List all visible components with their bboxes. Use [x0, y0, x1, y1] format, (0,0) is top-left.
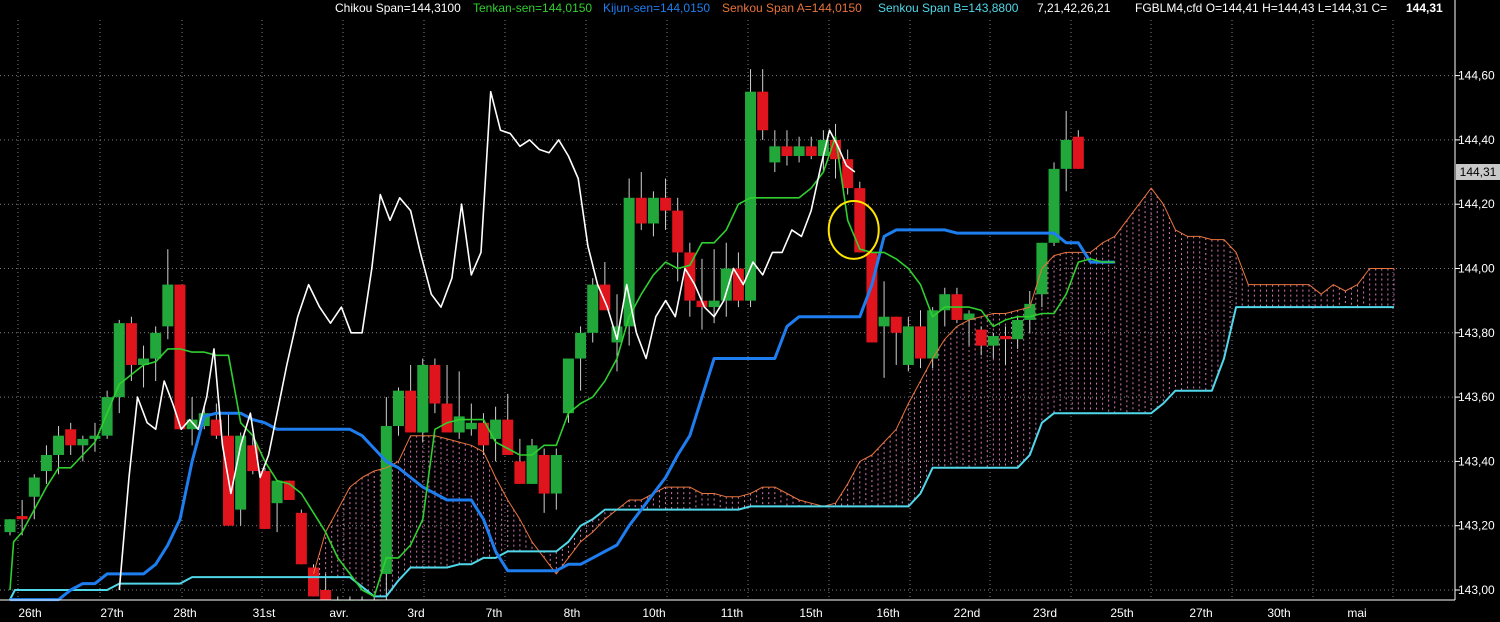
senkou-span-b-label: Senkou Span B=143,8800	[878, 1, 1019, 15]
candle-bear	[538, 454, 550, 494]
price-tick-label: 144,60	[1458, 69, 1495, 83]
candle-bear	[259, 471, 271, 529]
candle-bull	[380, 426, 392, 574]
candle-bull	[769, 146, 781, 163]
ichimoku-params: 7,21,42,26,21	[1037, 1, 1111, 15]
candle-bull	[1012, 319, 1024, 340]
time-tick-label: 23rd	[1033, 606, 1057, 620]
candle-bear	[842, 159, 854, 189]
candle-bull	[1060, 139, 1072, 169]
last-price-tag: 144,31	[1456, 164, 1500, 180]
candle-bull	[587, 284, 599, 333]
candle-bear	[890, 316, 902, 333]
candle-bear	[16, 516, 28, 520]
candle-bull	[89, 435, 101, 439]
candle-bear	[975, 329, 987, 346]
candle-bear	[308, 567, 319, 597]
ichimoku-chart: 143,00 143,20 143,40 143,60 143,80 144,00 144,…	[0, 0, 1500, 622]
candle-bull	[392, 390, 404, 427]
candle-bear	[999, 336, 1011, 340]
time-tick-label: 8th	[564, 606, 581, 620]
price-tick-label: 144,40	[1458, 133, 1495, 147]
candle-bear	[125, 323, 137, 365]
candle-bull	[575, 332, 587, 359]
candle-bear	[805, 146, 817, 156]
candle-bull	[878, 316, 890, 327]
candle-bull	[793, 146, 805, 156]
candle-bear	[781, 146, 793, 156]
time-tick-label: 16th	[876, 606, 899, 620]
candle-bull	[562, 358, 574, 414]
price-tick-label: 143,20	[1458, 519, 1495, 533]
candle-bull	[28, 477, 40, 497]
candle-bear	[502, 419, 514, 455]
time-tick-label: mai	[1347, 606, 1366, 620]
price-tick-label: 143,00	[1458, 583, 1495, 597]
candle-bull	[708, 300, 720, 308]
candle-bear	[915, 326, 926, 359]
time-tick-label: 27th	[100, 606, 123, 620]
candle-bull	[550, 454, 562, 494]
candle-bear	[599, 284, 611, 311]
candle-bear	[635, 197, 647, 224]
ohlc-label: FGBLM4,cfd O=144,41 H=144,43 L=144,31 C=	[1135, 1, 1388, 15]
time-tick-label: 10th	[642, 606, 665, 620]
candle-bear	[732, 268, 744, 301]
candle-bull	[623, 197, 635, 327]
candle-bull	[162, 284, 174, 327]
time-tick-label: avr.	[329, 606, 348, 620]
candle-bull	[53, 435, 65, 455]
candle-bear	[405, 390, 417, 433]
time-tick-label: 15th	[799, 606, 822, 620]
time-tick-label: 3rd	[407, 606, 424, 620]
time-tick-label: 28th	[173, 606, 196, 620]
time-tick-label: 27th	[1189, 606, 1212, 620]
close-value: 144,31	[1406, 1, 1443, 15]
candle-bear	[65, 429, 77, 446]
time-tick-label: 30th	[1267, 606, 1290, 620]
candle-bull	[77, 438, 89, 446]
candle-bull	[927, 310, 939, 359]
time-tick-label: 25th	[1110, 606, 1133, 620]
time-tick-label: 26th	[18, 606, 41, 620]
candle-bull	[150, 332, 162, 359]
candle-bull	[4, 519, 16, 533]
chikou-span-label: Chikou Span=144,3100	[335, 1, 461, 15]
price-tick-label: 144,20	[1458, 197, 1495, 211]
candle-bull	[902, 326, 914, 365]
candle-bull	[271, 480, 283, 504]
time-tick-label: 31st	[253, 606, 276, 620]
candle-bear	[757, 91, 769, 131]
candle-bear	[854, 188, 866, 253]
price-tick-label: 143,80	[1458, 326, 1495, 340]
candle-bull	[40, 454, 52, 472]
candle-bear	[514, 461, 526, 484]
candle-bear	[174, 284, 186, 430]
candle-bear	[295, 512, 307, 565]
price-tick-label: 144,00	[1458, 262, 1495, 276]
candle-bear	[660, 197, 672, 211]
candle-bear	[1072, 136, 1084, 169]
candle-bear	[672, 210, 684, 253]
price-tick-label: 143,60	[1458, 390, 1495, 404]
tenkan-sen-label: Tenkan-sen=144,0150	[473, 1, 593, 15]
kijun-sen-label: Kijun-sen=144,0150	[603, 1, 711, 15]
candle-bull	[987, 336, 999, 346]
candle-bear	[441, 403, 453, 433]
candle-bull	[417, 364, 429, 433]
candle-bear	[320, 590, 332, 600]
candle-bull	[465, 422, 477, 430]
senkou-span-a-label: Senkou Span A=144,0150	[722, 1, 862, 15]
candle-bull	[720, 268, 732, 301]
candle-bull	[647, 197, 659, 224]
time-tick-label: 22nd	[954, 606, 981, 620]
time-tick-label: 7th	[486, 606, 503, 620]
indicator-header: Chikou Span=144,3100 Tenkan-sen=144,0150…	[0, 1, 1500, 15]
time-tick-label: 11th	[721, 606, 743, 620]
price-tick-label: 143,40	[1458, 454, 1495, 468]
candle-bear	[429, 364, 441, 404]
